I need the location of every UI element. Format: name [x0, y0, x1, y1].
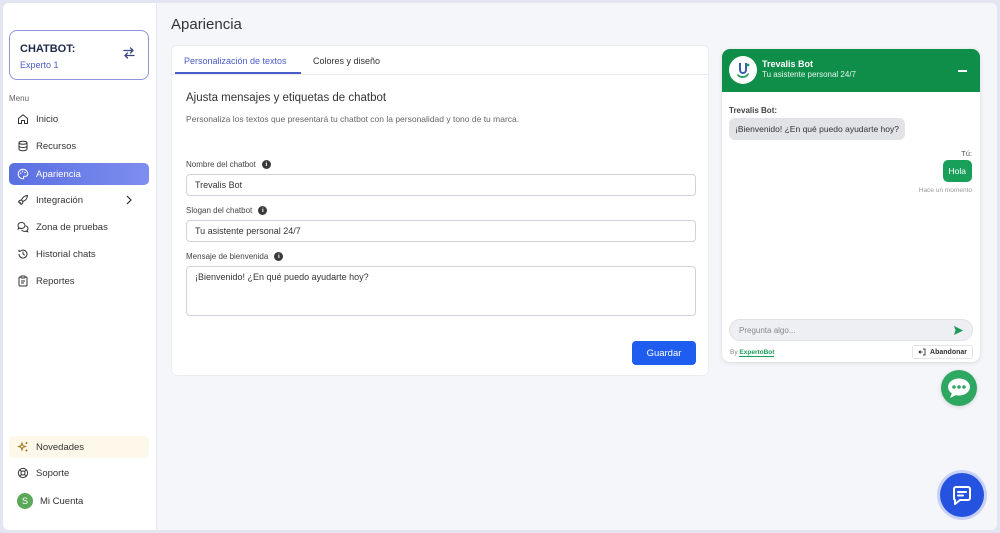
- sidebar-item-label: Integración: [36, 194, 84, 206]
- chat-bubbles-icon: [17, 221, 29, 233]
- sidebar: CHATBOT: Experto 1 Menu Inicio Recursos …: [3, 3, 157, 530]
- bot-logo-icon: [737, 63, 750, 78]
- info-icon[interactable]: i: [258, 206, 268, 215]
- info-icon[interactable]: i: [261, 160, 271, 169]
- chat-bot-slogan: Tu asistente personal 24/7: [762, 70, 856, 79]
- section-description: Personaliza los textos que presentará tu…: [186, 114, 520, 124]
- bot-message-bubble: ¡Bienvenido! ¿En qué puedo ayudarte hoy?: [729, 118, 905, 140]
- send-icon[interactable]: [953, 325, 964, 336]
- bot-message-sender: Trevalis Bot:: [729, 106, 778, 115]
- leave-chat-label: Abandonar: [930, 348, 967, 356]
- sidebar-item-label: Reportes: [36, 275, 75, 287]
- chat-launcher-button[interactable]: [941, 370, 977, 406]
- active-tab-indicator: [175, 72, 301, 74]
- chatbot-name-label-text: Nombre del chatbot: [186, 160, 256, 169]
- leave-chat-button[interactable]: Abandonar: [912, 345, 973, 359]
- clipboard-icon: [18, 275, 28, 287]
- sidebar-item-label: Zona de pruebas: [36, 221, 108, 233]
- tab-personalizacion-textos[interactable]: Personalización de textos: [184, 56, 287, 66]
- sidebar-item-recursos[interactable]: Recursos: [9, 135, 149, 157]
- chat-input-placeholder: Pregunta algo...: [739, 326, 796, 335]
- chat-preview-widget: Trevalis Bot Tu asistente personal 24/7 …: [722, 49, 980, 362]
- sidebar-item-label: Novedades: [36, 441, 85, 453]
- welcome-message-label: Mensaje de bienvenida i: [186, 252, 284, 261]
- sidebar-item-label: Soporte: [36, 467, 70, 479]
- powered-by-text: By: [730, 349, 738, 356]
- chatbot-slogan-input[interactable]: Tu asistente personal 24/7: [186, 220, 696, 242]
- app-frame: CHATBOT: Experto 1 Menu Inicio Recursos …: [3, 3, 997, 530]
- powered-by-brand[interactable]: ExpertoBot: [739, 349, 775, 357]
- powered-by: By ExpertoBot: [730, 349, 775, 357]
- sidebar-item-label: Recursos: [36, 140, 77, 152]
- bot-logo: [729, 56, 757, 84]
- message-square-icon: [952, 486, 971, 505]
- sidebar-item-reportes[interactable]: Reportes: [9, 270, 149, 292]
- chat-bot-name: Trevalis Bot: [762, 59, 814, 69]
- user-message-sender: Tú:: [961, 149, 972, 158]
- welcome-message-label-text: Mensaje de bienvenida: [186, 252, 269, 261]
- sidebar-item-soporte[interactable]: Soporte: [9, 462, 149, 484]
- save-button[interactable]: Guardar: [632, 341, 696, 365]
- sidebar-item-mi-cuenta[interactable]: S Mi Cuenta: [9, 490, 149, 512]
- sidebar-item-zona-pruebas[interactable]: Zona de pruebas: [9, 216, 149, 238]
- sidebar-item-integracion[interactable]: Integración: [9, 189, 149, 211]
- chevron-right-icon: [126, 195, 132, 205]
- history-icon: [18, 249, 28, 259]
- menu-label: Menu: [9, 94, 30, 103]
- sidebar-item-inicio[interactable]: Inicio: [9, 108, 149, 130]
- sidebar-item-label: Inicio: [36, 113, 59, 125]
- chatbot-name-label: Nombre del chatbot i: [186, 160, 271, 169]
- page-title: Apariencia: [171, 16, 242, 33]
- home-icon: [18, 114, 28, 124]
- sidebar-item-label: Mi Cuenta: [40, 495, 84, 507]
- chatbot-selector[interactable]: CHATBOT: Experto 1: [9, 30, 149, 80]
- avatar: S: [17, 493, 33, 509]
- chat-dots-icon: [948, 378, 970, 398]
- chat-message-input[interactable]: Pregunta algo...: [729, 319, 973, 341]
- sidebar-item-label: Apariencia: [36, 168, 81, 180]
- palette-icon: [17, 168, 29, 180]
- chatbot-slogan-label: Slogan del chatbot i: [186, 206, 268, 215]
- chatbot-selector-title: CHATBOT:: [20, 43, 76, 55]
- rocket-icon: [17, 194, 29, 206]
- sidebar-item-historial[interactable]: Historial chats: [9, 243, 149, 265]
- minimize-icon[interactable]: [958, 70, 967, 72]
- user-message-bubble: Hola: [942, 160, 972, 182]
- sparkles-icon: [17, 441, 28, 452]
- chatbot-name-input[interactable]: Trevalis Bot: [186, 174, 696, 196]
- sidebar-item-novedades[interactable]: Novedades: [9, 436, 149, 458]
- chat-header: Trevalis Bot Tu asistente personal 24/7: [722, 49, 980, 92]
- chatbot-selector-plan: Experto 1: [20, 60, 59, 70]
- sidebar-item-label: Historial chats: [36, 248, 96, 260]
- swap-icon: [123, 47, 135, 59]
- welcome-message-textarea[interactable]: ¡Bienvenido! ¿En qué puedo ayudarte hoy?: [186, 266, 696, 316]
- message-timestamp: Hace un momento: [918, 187, 972, 194]
- settings-card: Personalización de textos Colores y dise…: [171, 45, 709, 376]
- lifebuoy-icon: [17, 467, 29, 479]
- chatbot-slogan-label-text: Slogan del chatbot: [186, 206, 253, 215]
- section-title: Ajusta mensajes y etiquetas de chatbot: [186, 92, 387, 104]
- info-icon[interactable]: i: [274, 252, 284, 261]
- tab-bar: Personalización de textos Colores y dise…: [172, 46, 708, 75]
- help-chat-button[interactable]: [940, 473, 984, 517]
- database-icon: [18, 140, 28, 152]
- exit-icon: [918, 348, 926, 356]
- tab-colores-diseno[interactable]: Colores y diseño: [313, 56, 380, 66]
- sidebar-item-apariencia[interactable]: Apariencia: [9, 163, 149, 185]
